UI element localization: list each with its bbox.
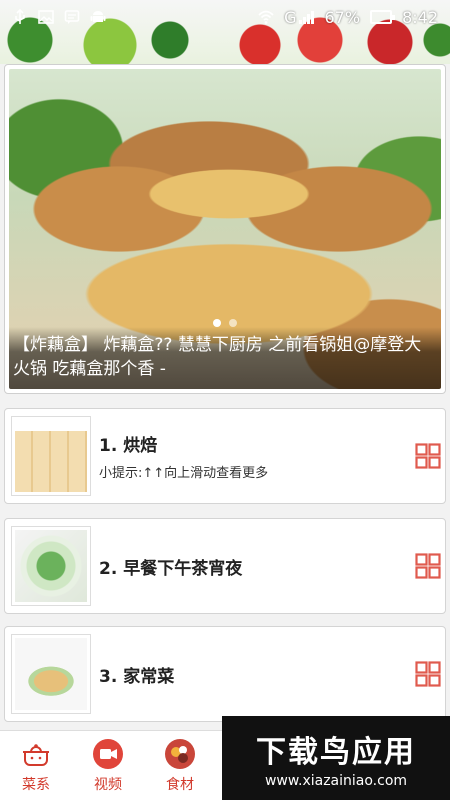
carousel-dot-1[interactable] — [213, 319, 221, 327]
category-item-breakfast[interactable]: 2. 早餐下午茶宵夜 — [4, 518, 446, 614]
scroll-hint: 小提示:↑↑向上滑动查看更多 — [99, 466, 269, 481]
nav-item-cuisines[interactable]: 菜系 — [0, 731, 72, 800]
category-title: 3. 家常菜 — [99, 666, 175, 687]
watermark-url: www.xiazainiao.com — [264, 773, 408, 789]
message-icon — [64, 9, 80, 25]
featured-carousel[interactable]: 【炸藕盒】 炸藕盒?? 慧慧下厨房 之前看锅姐@摩登大火锅 吃藕盒那个香 - — [4, 64, 446, 394]
grid-icon[interactable] — [415, 661, 441, 687]
category-item-baking[interactable]: 1. 烘焙 小提示:↑↑向上滑动查看更多 — [4, 408, 446, 504]
nav-label: 视频 — [94, 777, 122, 793]
battery-icon — [370, 10, 396, 24]
carousel-indicator — [9, 319, 441, 327]
wifi-icon — [258, 9, 274, 25]
usb-icon — [12, 9, 28, 25]
clock: 8:42 — [402, 7, 438, 27]
featured-recipe-caption[interactable]: 【炸藕盒】 炸藕盒?? 慧慧下厨房 之前看锅姐@摩登大火锅 吃藕盒那个香 - — [9, 327, 441, 389]
category-thumbnail — [11, 634, 91, 714]
ingredients-icon — [164, 738, 196, 770]
grid-icon[interactable] — [415, 443, 441, 469]
nav-item-videos[interactable]: 视频 — [72, 731, 144, 800]
nav-label: 菜系 — [22, 777, 50, 793]
nav-label: 食材 — [166, 777, 194, 793]
battery-percent: 67% — [324, 7, 361, 27]
category-title: 1. 烘焙 — [99, 436, 158, 456]
featured-recipe-image[interactable]: 【炸藕盒】 炸藕盒?? 慧慧下厨房 之前看锅姐@摩登大火锅 吃藕盒那个香 - — [9, 69, 441, 389]
carousel-dot-2[interactable] — [229, 319, 237, 327]
category-thumbnail — [11, 416, 91, 496]
network-type-label: G — [284, 7, 297, 27]
watermark-title: 下载鸟应用 — [256, 735, 416, 770]
status-bar: G 67% 8:42 — [0, 0, 450, 34]
pot-icon — [20, 738, 52, 770]
grid-icon[interactable] — [415, 553, 441, 579]
image-icon — [38, 9, 54, 25]
category-title: 2. 早餐下午茶宵夜 — [99, 558, 243, 579]
cell-signal: G — [284, 8, 314, 27]
signal-bars-icon — [298, 11, 314, 24]
nav-item-ingredients[interactable]: 食材 — [144, 731, 216, 800]
watermark: 下载鸟应用 www.xiazainiao.com — [222, 716, 450, 800]
android-icon — [90, 9, 106, 25]
category-thumbnail — [11, 526, 91, 606]
category-item-home-cooking[interactable]: 3. 家常菜 — [4, 626, 446, 722]
video-icon — [92, 738, 124, 770]
